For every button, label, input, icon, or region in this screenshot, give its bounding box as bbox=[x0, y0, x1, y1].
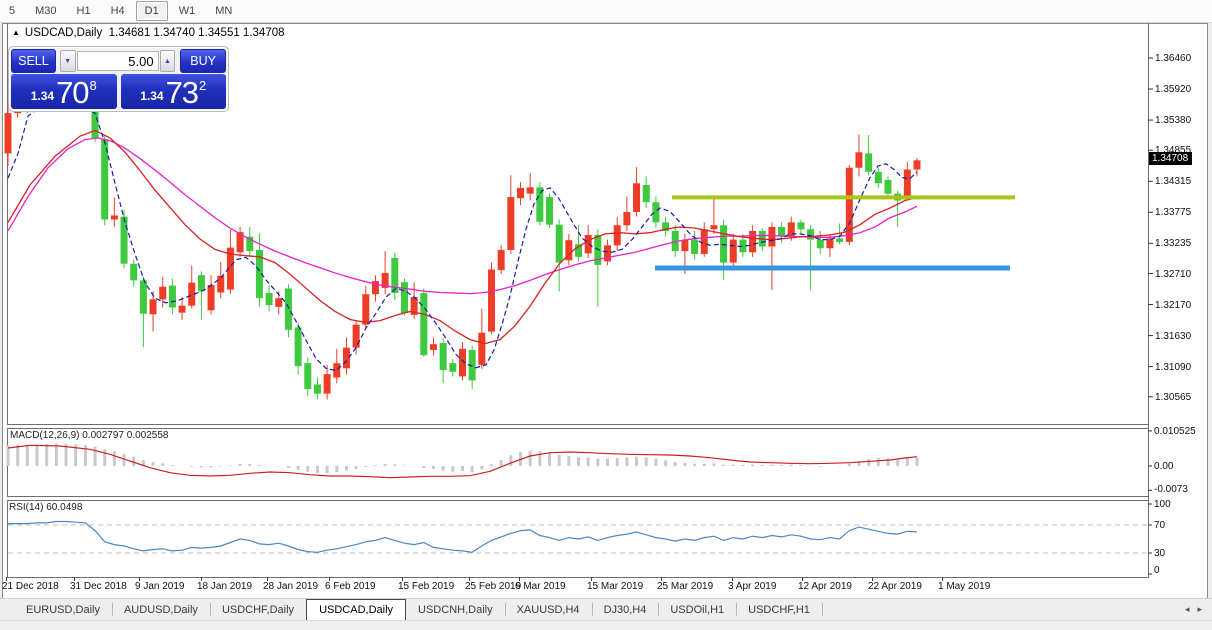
price-axis-label: 1.33775 bbox=[1155, 207, 1192, 219]
rsi-axis-label: 100 bbox=[1154, 499, 1171, 510]
macd-axis-label: -0.0073 bbox=[1154, 484, 1188, 495]
date-axis-tick bbox=[661, 577, 662, 581]
chart-title-ohlc: 1.34681 1.34740 1.34551 1.34708 bbox=[108, 27, 285, 39]
date-axis-label: 15 Feb 2019 bbox=[398, 581, 455, 592]
price-axis-label: 1.32170 bbox=[1155, 299, 1192, 311]
timeframe-button-5[interactable]: 5 bbox=[0, 1, 24, 21]
date-axis-label: 31 Dec 2018 bbox=[70, 581, 127, 592]
tab-usdoil-h1[interactable]: USDOil,H1 bbox=[658, 599, 737, 620]
date-axis-label: 3 Apr 2019 bbox=[728, 581, 777, 592]
rsi-axis-label: 30 bbox=[1154, 548, 1166, 559]
date-axis-tick bbox=[329, 577, 330, 581]
volume-increase-button[interactable]: ▲ bbox=[159, 50, 176, 72]
date-axis-tick bbox=[402, 577, 403, 581]
date-axis-tick bbox=[802, 577, 803, 581]
price-axis-label: 1.36460 bbox=[1155, 53, 1192, 64]
tab-usdcnh-daily[interactable]: USDCNH,Daily bbox=[406, 599, 506, 620]
volume-input[interactable] bbox=[76, 51, 159, 71]
date-axis-tick bbox=[872, 577, 873, 581]
date-axis-tick bbox=[201, 577, 202, 581]
date-axis-tick bbox=[942, 577, 943, 581]
current-price-tag: 1.34708 bbox=[1149, 151, 1193, 165]
price-axis-label: 1.35380 bbox=[1155, 115, 1192, 127]
price-axis-label: 1.31630 bbox=[1155, 330, 1192, 342]
timeframe-button-h1[interactable]: H1 bbox=[68, 1, 100, 21]
tab-audusd-daily[interactable]: AUDUSD,Daily bbox=[112, 599, 211, 620]
rsi-axis-label: 70 bbox=[1154, 520, 1166, 531]
rsi-panel-plot bbox=[8, 503, 1152, 575]
date-axis-label: 12 Apr 2019 bbox=[798, 581, 852, 592]
date-axis-tick bbox=[519, 577, 520, 581]
date-axis-tick bbox=[74, 577, 75, 581]
date-axis-tick bbox=[6, 577, 7, 581]
tab-eurusd-daily[interactable]: EURUSD,Daily bbox=[14, 599, 113, 620]
collapse-triangle-icon[interactable]: ▲ bbox=[12, 28, 20, 37]
timeframe-button-d1[interactable]: D1 bbox=[135, 1, 168, 21]
price-axis-label: 1.31090 bbox=[1155, 361, 1192, 373]
sell-price-small: 1.34 bbox=[30, 89, 55, 103]
price-axis-label: 1.30565 bbox=[1155, 391, 1192, 403]
rsi-label: RSI(14) 60.0498 bbox=[9, 502, 83, 513]
volume-decrease-button[interactable]: ▼ bbox=[59, 50, 76, 72]
main-plot-bottom-border bbox=[7, 424, 1149, 425]
macd-label: MACD(12,26,9) 0.002797 0.002558 bbox=[10, 430, 169, 441]
sell-quote[interactable]: 1.34 70 8 bbox=[11, 74, 117, 109]
date-axis-label: 25 Feb 2019 bbox=[465, 581, 522, 592]
tab-scroll-left-icon[interactable]: ◂ bbox=[1185, 604, 1190, 615]
date-axis-label: 22 Apr 2019 bbox=[868, 581, 922, 592]
macd-axis-label: 0.00 bbox=[1154, 461, 1174, 472]
timeframe-toolbar: 5 M30 H1 H4 D1 W1 MN bbox=[0, 0, 1212, 23]
date-axis-label: 6 Feb 2019 bbox=[325, 581, 376, 592]
buy-button[interactable]: BUY bbox=[180, 49, 227, 73]
chart-title-symbol: USDCAD,Daily bbox=[24, 27, 103, 39]
price-axis-label: 1.34315 bbox=[1155, 176, 1192, 188]
date-axis-label: 1 May 2019 bbox=[938, 581, 991, 592]
tab-xauusd-h4[interactable]: XAUUSD,H4 bbox=[505, 599, 593, 620]
date-axis-label: 18 Jan 2019 bbox=[197, 581, 253, 592]
date-axis-tick bbox=[591, 577, 592, 581]
price-axis-label: 1.35920 bbox=[1155, 84, 1192, 96]
tab-scroll-nav: ◂ ▸ bbox=[1185, 599, 1212, 620]
arrow-up-icon: ▲ bbox=[163, 57, 171, 65]
date-axis-label: 15 Mar 2019 bbox=[587, 581, 644, 592]
buy-price-big: 73 bbox=[165, 75, 199, 110]
date-axis-label: 28 Jan 2019 bbox=[263, 581, 319, 592]
date-axis-tick bbox=[139, 577, 140, 581]
date-axis-tick bbox=[469, 577, 470, 581]
one-click-trade-panel: SELL ▼ ▲ BUY 1.34708 1.34732 bbox=[8, 46, 229, 112]
tab-dj30-h4[interactable]: DJ30,H4 bbox=[592, 599, 660, 620]
symbol-tab-bar: EURUSD,Daily AUDUSD,Daily USDCHF,Daily USDC… bbox=[0, 598, 1212, 620]
price-axis-label: 1.32710 bbox=[1155, 268, 1192, 280]
timeframe-button-mn[interactable]: MN bbox=[206, 1, 241, 21]
timeframe-button-w1[interactable]: W1 bbox=[170, 1, 205, 21]
macd-panel-plot bbox=[6, 430, 1152, 491]
price-axis-label: 1.33235 bbox=[1155, 238, 1192, 250]
tab-scroll-right-icon[interactable]: ▸ bbox=[1197, 604, 1202, 615]
timeframe-button-m30[interactable]: M30 bbox=[26, 1, 65, 21]
buy-price-sup: 2 bbox=[199, 78, 207, 93]
date-axis-label: 9 Jan 2019 bbox=[135, 581, 185, 592]
arrow-down-icon: ▼ bbox=[64, 57, 72, 65]
date-axis-label: 6 Mar 2019 bbox=[515, 581, 566, 592]
tab-usdcad-daily[interactable]: USDCAD,Daily bbox=[306, 599, 407, 620]
buy-quote[interactable]: 1.34 73 2 bbox=[120, 74, 226, 110]
date-axis-label: 21 Dec 2018 bbox=[2, 581, 59, 592]
sell-price-sup: 8 bbox=[89, 78, 97, 93]
timeframe-button-h4[interactable]: H4 bbox=[102, 1, 134, 21]
buy-price-small: 1.34 bbox=[140, 89, 164, 103]
sell-price-big: 70 bbox=[56, 75, 89, 110]
sell-button[interactable]: SELL bbox=[11, 49, 56, 73]
date-axis-label: 25 Mar 2019 bbox=[657, 581, 714, 592]
rsi-axis-label: 0 bbox=[1154, 565, 1160, 576]
tab-usdchf-daily[interactable]: USDCHF,Daily bbox=[210, 599, 308, 620]
date-axis-tick bbox=[267, 577, 268, 581]
tab-usdchf-h1[interactable]: USDCHF,H1 bbox=[736, 599, 823, 620]
chart-title: ▲ USDCAD,Daily 1.34681 1.34740 1.34551 1.… bbox=[12, 27, 285, 39]
macd-axis-label: 0.010525 bbox=[1154, 425, 1196, 437]
date-axis-tick bbox=[732, 577, 733, 581]
